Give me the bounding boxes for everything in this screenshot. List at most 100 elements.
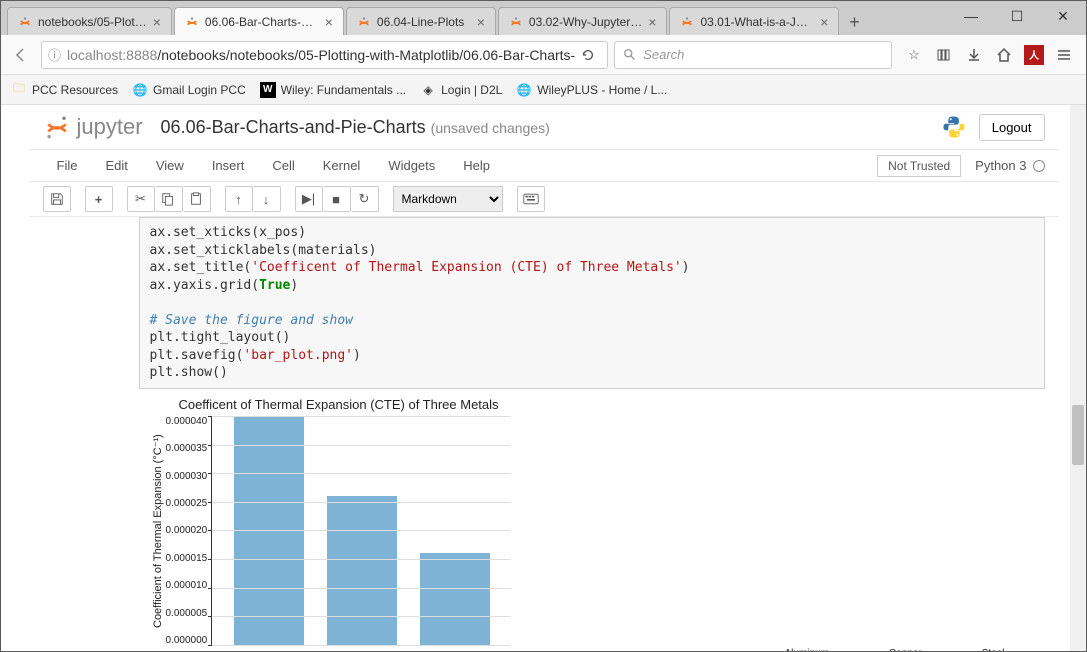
tab-label: 03.02-Why-Jupyter… (529, 15, 642, 29)
bookmark-item[interactable]: 🌐WileyPLUS - Home / L... (516, 82, 667, 98)
ytick-label: 0.000035 (166, 443, 208, 454)
xtick-label: Copper (889, 648, 922, 651)
chart-title: Coefficent of Thermal Expansion (CTE) of… (149, 397, 529, 412)
close-icon[interactable]: × (648, 14, 656, 30)
xtick-label: Steel (982, 648, 1005, 651)
jupyter-icon (357, 15, 371, 29)
chart-yaxis: 0.0000400.0000350.0000300.0000250.000020… (166, 416, 212, 646)
jupyter-toolbar: + ✂ ↑ ↓ ▶| ■ ↻ (29, 182, 1059, 217)
chart-ylabel: Coefficient of Thermal Expansion (°C⁻¹) (149, 416, 166, 646)
w-icon: W (260, 82, 276, 98)
browser-tab[interactable]: 03.01-What-is-a-Ju… × (669, 7, 839, 35)
back-button[interactable] (7, 41, 35, 69)
ytick-label: 0.000025 (166, 498, 208, 509)
reload-button[interactable] (575, 48, 601, 62)
vertical-scrollbar[interactable] (1070, 105, 1086, 651)
chart-bar (420, 553, 490, 645)
jupyter-icon (18, 15, 32, 29)
bookmark-item[interactable]: 🌐Gmail Login PCC (132, 82, 246, 98)
window-maximize-button[interactable]: ☐ (994, 1, 1040, 31)
new-tab-button[interactable]: + (841, 9, 867, 35)
unsaved-indicator: (unsaved changes) (431, 120, 550, 136)
restart-button[interactable]: ↻ (351, 186, 379, 212)
command-palette-button[interactable] (517, 186, 545, 212)
menu-view[interactable]: View (142, 154, 198, 177)
paste-button[interactable] (183, 186, 211, 212)
logout-button[interactable]: Logout (979, 114, 1045, 141)
browser-tab-strip: notebooks/05-Plot… × 06.06-Bar-Charts-a…… (1, 1, 1086, 35)
code-cell[interactable]: ax.set_xticks(x_pos) ax.set_xticklabels(… (139, 217, 1045, 389)
downloads-icon[interactable] (964, 45, 984, 65)
menu-insert[interactable]: Insert (198, 154, 259, 177)
python-icon (941, 114, 967, 140)
ytick-label: 0.000005 (166, 608, 208, 619)
browser-tab[interactable]: 06.06-Bar-Charts-a… × (174, 7, 344, 35)
notebook-title[interactable]: 06.06-Bar-Charts-and-Pie-Charts (unsaved… (161, 117, 550, 138)
move-up-button[interactable]: ↑ (225, 186, 253, 212)
url-bar[interactable]: ⓘ localhost:8888/notebooks/notebooks/05-… (41, 41, 608, 69)
search-box[interactable]: Search (614, 41, 892, 69)
chart-plot-area (211, 416, 511, 646)
menu-file[interactable]: File (43, 154, 92, 177)
tab-label: 06.06-Bar-Charts-a… (205, 15, 319, 29)
info-icon[interactable]: ⓘ (48, 45, 61, 64)
trust-indicator[interactable]: Not Trusted (877, 155, 961, 177)
chart-bar (327, 496, 397, 645)
kernel-status-icon (1033, 160, 1045, 172)
ytick-label: 0.000010 (166, 580, 208, 591)
bookmark-star-icon[interactable]: ☆ (904, 45, 924, 65)
browser-tab[interactable]: notebooks/05-Plot… × (7, 7, 172, 35)
jupyter-icon (185, 15, 199, 29)
window-minimize-button[interactable]: — (948, 1, 994, 31)
close-icon[interactable]: × (820, 14, 828, 30)
browser-tab[interactable]: 06.04-Line-Plots × (346, 7, 496, 35)
page-content: jupyter 06.06-Bar-Charts-and-Pie-Charts … (1, 105, 1086, 651)
d2l-icon: ◈ (420, 82, 436, 98)
menu-widgets[interactable]: Widgets (374, 154, 449, 177)
chart-output: Coefficent of Thermal Expansion (CTE) of… (149, 397, 1045, 651)
home-icon[interactable] (994, 45, 1014, 65)
menu-edit[interactable]: Edit (91, 154, 141, 177)
menu-cell[interactable]: Cell (258, 154, 308, 177)
notebook-area: ax.set_xticks(x_pos) ax.set_xticklabels(… (29, 217, 1059, 651)
jupyter-logo[interactable]: jupyter (43, 113, 143, 141)
bookmarks-bar: 🗀PCC Resources 🌐Gmail Login PCC WWiley: … (1, 75, 1086, 105)
bookmark-item[interactable]: WWiley: Fundamentals ... (260, 82, 406, 98)
add-cell-button[interactable]: + (85, 186, 113, 212)
kernel-indicator[interactable]: Python 3 (975, 158, 1044, 173)
save-button[interactable] (43, 186, 71, 212)
ytick-label: 0.000040 (166, 416, 208, 427)
ytick-label: 0.000030 (166, 471, 208, 482)
search-icon (623, 48, 637, 62)
ytick-label: 0.000000 (166, 635, 208, 646)
globe-icon: 🌐 (132, 82, 148, 98)
scrollbar-thumb[interactable] (1072, 405, 1084, 465)
move-down-button[interactable]: ↓ (253, 186, 281, 212)
tab-label: 03.01-What-is-a-Ju… (700, 15, 814, 29)
ytick-label: 0.000015 (166, 553, 208, 564)
menu-help[interactable]: Help (449, 154, 504, 177)
window-close-button[interactable]: ✕ (1040, 1, 1086, 31)
jupyter-icon (509, 15, 523, 29)
run-button[interactable]: ▶| (295, 186, 323, 212)
copy-button[interactable] (155, 186, 183, 212)
toolbar-right: ☆ 人 (898, 45, 1080, 65)
library-icon[interactable] (934, 45, 954, 65)
bookmark-item[interactable]: 🗀PCC Resources (11, 82, 118, 98)
menu-kernel[interactable]: Kernel (309, 154, 375, 177)
close-icon[interactable]: × (153, 14, 161, 30)
menu-icon[interactable] (1054, 45, 1074, 65)
cut-button[interactable]: ✂ (127, 186, 155, 212)
bookmark-item[interactable]: ◈Login | D2L (420, 82, 502, 98)
pdf-icon[interactable]: 人 (1024, 45, 1044, 65)
jupyter-header: jupyter 06.06-Bar-Charts-and-Pie-Charts … (29, 105, 1059, 149)
close-icon[interactable]: × (325, 14, 333, 30)
close-icon[interactable]: × (477, 14, 485, 30)
url-text: localhost:8888/notebooks/notebooks/05-Pl… (67, 47, 575, 63)
stop-button[interactable]: ■ (323, 186, 351, 212)
globe-icon: 🌐 (516, 82, 532, 98)
jupyter-icon (680, 15, 694, 29)
folder-icon: 🗀 (11, 82, 27, 98)
cell-type-select[interactable]: Markdown (393, 186, 503, 212)
browser-tab[interactable]: 03.02-Why-Jupyter… × (498, 7, 668, 35)
